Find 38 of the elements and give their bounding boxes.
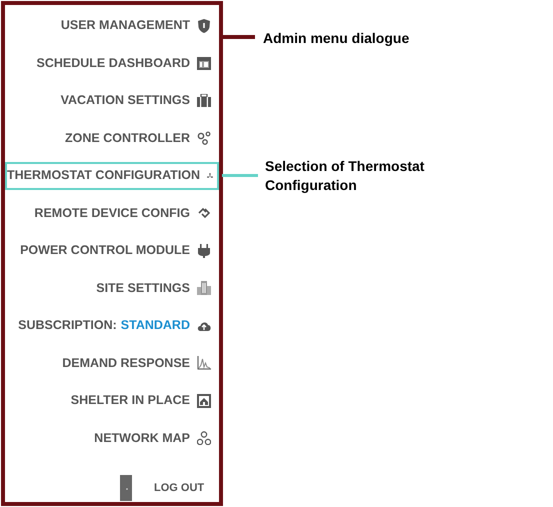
menu-item-label: SUBSCRIPTION: <box>18 317 117 334</box>
house-icon <box>197 394 211 408</box>
annotation-text: Selection of Thermostat Configuration <box>265 157 426 195</box>
menu-item[interactable]: ZONE CONTROLLER <box>5 124 219 152</box>
menu-item-label: SCHEDULE DASHBOARD <box>36 54 190 72</box>
suitcase-icon <box>197 94 211 108</box>
menu-item[interactable]: SUBSCRIPTION: STANDARD <box>5 312 219 340</box>
menu-item-label: ZONE CONTROLLER <box>65 130 190 147</box>
shield-icon <box>197 18 211 33</box>
subscription-plan: STANDARD <box>120 317 190 334</box>
menu-item[interactable]: USER MANAGEMENT <box>5 12 219 40</box>
menu-item-label: THERMOSTAT CONFIGURATION <box>7 167 200 184</box>
menu-item[interactable]: NETWORK MAP <box>5 424 219 452</box>
door-icon <box>120 475 132 501</box>
menu-item[interactable]: THERMOSTAT CONFIGURATION <box>5 162 219 190</box>
logout-button[interactable]: LOG OUT <box>154 480 204 496</box>
menu-item[interactable]: REMOTE DEVICE CONFIG <box>5 199 219 228</box>
link-icon <box>197 206 211 220</box>
calendar-icon <box>197 56 211 70</box>
menu-item[interactable]: SITE SETTINGS <box>5 274 219 302</box>
menu-item-label: VACATION SETTINGS <box>60 92 190 110</box>
menu-item-label: SITE SETTINGS <box>96 280 190 297</box>
menu-item-label: USER MANAGEMENT <box>60 17 190 34</box>
menu-item[interactable]: SHELTER IN PLACE <box>5 386 219 415</box>
menu-item[interactable]: DEMAND RESPONSE <box>5 349 219 378</box>
menu-item-label: SHELTER IN PLACE <box>70 392 190 410</box>
network-icon <box>197 431 211 446</box>
plug-icon <box>197 244 211 258</box>
menu-item-label: NETWORK MAP <box>94 430 190 447</box>
menu-item-label: REMOTE DEVICE CONFIG <box>34 204 190 222</box>
menu-item[interactable]: POWER CONTROL MODULE <box>5 236 219 265</box>
menu-item-label: DEMAND RESPONSE <box>62 354 190 372</box>
building-icon <box>197 281 211 296</box>
menu-item-label: POWER CONTROL MODULE <box>20 242 190 260</box>
chart-icon <box>197 356 211 370</box>
menu-item[interactable]: SCHEDULE DASHBOARD <box>5 49 219 78</box>
annotation-text: Admin menu dialogue <box>263 29 410 48</box>
menu-item[interactable]: VACATION SETTINGS <box>5 86 219 115</box>
